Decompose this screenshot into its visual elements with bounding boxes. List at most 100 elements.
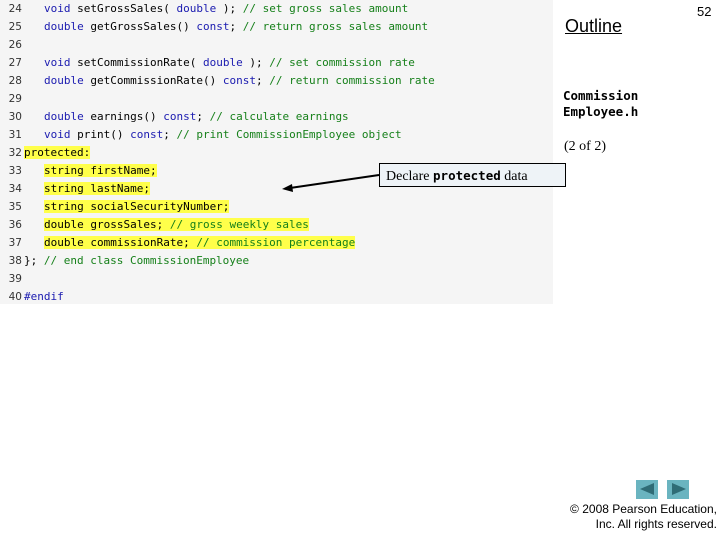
code-token: double commissionRate;	[44, 236, 197, 249]
line-number: 40	[8, 291, 22, 303]
code-keyword: void	[44, 128, 71, 141]
code-token: getGrossSales()	[83, 20, 197, 33]
code-keyword: double	[176, 2, 217, 15]
copyright-line2: Inc. All rights reserved.	[595, 517, 717, 531]
code-token: ;	[255, 74, 270, 87]
annotation-callout: Declare protected data	[379, 163, 566, 187]
code-keyword: const	[130, 128, 164, 141]
line-number: 29	[8, 93, 22, 105]
code-line: 30 double earnings() const; // calculate …	[0, 108, 349, 126]
line-number: 34	[8, 183, 22, 195]
code-line: 31 void print() const; // print Commissio…	[0, 126, 402, 144]
code-token: ;	[196, 110, 210, 123]
code-token: setCommissionRate(	[70, 56, 203, 69]
code-comment: // set gross sales amount	[242, 2, 409, 15]
code-line: 32 protected:	[0, 144, 91, 162]
code-text: string lastName;	[44, 182, 150, 195]
line-number: 39	[8, 273, 22, 285]
code-line: 40 #endif	[0, 288, 64, 306]
code-comment: // commission percentage	[196, 236, 356, 249]
part-indicator: (2 of 2)	[564, 139, 606, 154]
line-number: 31	[8, 129, 22, 141]
code-keyword: double	[44, 74, 84, 87]
code-comment: // gross weekly sales	[169, 218, 309, 231]
code-keyword: const	[196, 20, 230, 33]
file-name: Commission Employee.h	[563, 88, 638, 120]
line-number: 26	[8, 39, 22, 51]
code-listing: 24 void setGrossSales( double ); // set g…	[0, 0, 553, 304]
outline-link[interactable]: Outline	[565, 16, 622, 37]
code-line: 34 string lastName;	[0, 180, 150, 198]
line-number: 28	[8, 75, 22, 87]
code-text: }; // end class CommissionEmployee	[24, 254, 249, 267]
callout-prefix: Declare	[386, 169, 434, 184]
code-token: getCommissionRate()	[83, 74, 223, 87]
copyright-notice: © 2008 Pearson Education, Inc. All right…	[565, 502, 717, 532]
code-keyword: #endif	[24, 290, 64, 303]
line-number: 25	[8, 21, 22, 33]
code-line: 27 void setCommissionRate( double ); // s…	[0, 54, 415, 72]
code-token: ;	[163, 128, 177, 141]
code-text: void print() const; // print CommissionE…	[44, 128, 402, 141]
code-comment: // print CommissionEmployee object	[176, 128, 402, 141]
code-token: string lastName;	[44, 182, 150, 195]
code-token: );	[216, 2, 243, 15]
code-text: double commissionRate; // commission per…	[44, 236, 356, 249]
code-keyword: const	[222, 74, 256, 87]
line-number: 24	[8, 3, 22, 15]
copyright-line1: © 2008 Pearson Education,	[570, 502, 717, 516]
previous-slide-button[interactable]	[636, 480, 658, 499]
line-number: 32	[8, 147, 22, 159]
file-name-line2: Employee.h	[563, 104, 639, 119]
code-text: double getGrossSales() const; // return …	[44, 20, 428, 33]
code-token: string firstName;	[44, 164, 157, 177]
code-text: string socialSecurityNumber;	[44, 200, 230, 213]
code-line: 39	[0, 270, 24, 288]
next-slide-button[interactable]	[667, 480, 689, 499]
callout-keyword: protected	[433, 168, 501, 183]
code-keyword: void	[44, 2, 71, 15]
code-line: 28 double getCommissionRate() const; // r…	[0, 72, 435, 90]
line-number: 33	[8, 165, 22, 177]
code-token: );	[242, 56, 270, 69]
code-text: double getCommissionRate() const; // ret…	[44, 74, 435, 87]
code-text: double earnings() const; // calculate ea…	[44, 110, 349, 123]
code-keyword: const	[163, 110, 197, 123]
code-token: print()	[70, 128, 131, 141]
code-comment: // set commission rate	[269, 56, 415, 69]
code-line: 33 string firstName;	[0, 162, 157, 180]
code-token: string socialSecurityNumber;	[44, 200, 230, 213]
line-number: 35	[8, 201, 22, 213]
code-text: void setCommissionRate( double ); // set…	[44, 56, 415, 69]
line-number: 38	[8, 255, 22, 267]
code-token: double grossSales;	[44, 218, 170, 231]
code-text: string firstName;	[44, 164, 157, 177]
code-keyword: double	[202, 56, 243, 69]
triangle-left-icon	[640, 483, 654, 495]
code-text: double grossSales; // gross weekly sales	[44, 218, 309, 231]
code-line: 29	[0, 90, 24, 108]
code-keyword: double	[44, 110, 84, 123]
line-number: 30	[8, 111, 22, 123]
file-name-line1: Commission	[563, 88, 639, 103]
code-line: 38}; // end class CommissionEmployee	[0, 252, 250, 270]
code-line: 26	[0, 36, 24, 54]
code-text: void setGrossSales( double ); // set gro…	[44, 2, 408, 15]
line-number: 27	[8, 57, 22, 69]
line-number: 37	[8, 237, 22, 249]
code-keyword: double	[44, 20, 84, 33]
code-comment: // end class CommissionEmployee	[43, 254, 250, 267]
code-token: ;	[229, 20, 243, 33]
code-token: protected:	[24, 146, 91, 159]
callout-suffix: data	[500, 169, 528, 184]
code-token: setGrossSales(	[70, 2, 177, 15]
line-number: 36	[8, 219, 22, 231]
code-line: 37 double commissionRate; // commission p…	[0, 234, 356, 252]
code-comment: // calculate earnings	[209, 110, 349, 123]
code-line: 24 void setGrossSales( double ); // set g…	[0, 0, 409, 18]
code-text: protected:	[24, 146, 91, 159]
code-line: 36 double grossSales; // gross weekly sal…	[0, 216, 309, 234]
triangle-right-icon	[672, 483, 686, 495]
code-comment: // return gross sales amount	[242, 20, 429, 33]
code-line: 25 double getGrossSales() const; // retur…	[0, 18, 429, 36]
